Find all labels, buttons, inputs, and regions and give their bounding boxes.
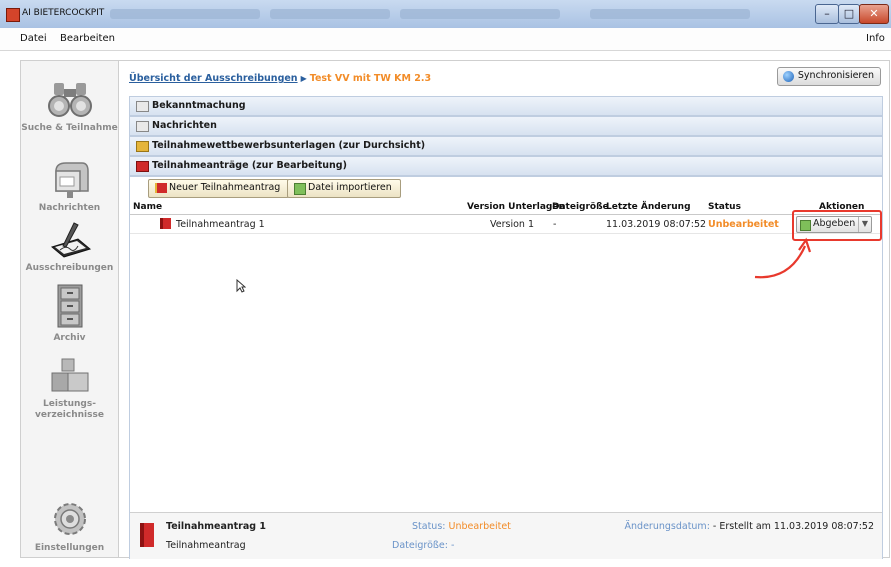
row-status: Unbearbeitet [708,219,779,230]
mailbox-icon [48,159,92,199]
section-teilnahmewettbewerbsunterlagen[interactable]: Teilnahmewettbewerbsunterlagen (zur Durc… [129,136,883,156]
sidebar-item-archiv[interactable]: Archiv [21,283,118,344]
breadcrumb-current: Test VV mit TW KM 2.3 [309,73,432,84]
footer-title: Teilnahmeantrag 1 [166,521,266,532]
page-icon [136,121,149,132]
close-button[interactable]: ✕ [859,4,889,24]
footer-date-value: - Erstellt am 11.03.2019 08:07:52 [712,521,874,532]
footer-size-value: - [450,540,455,551]
menu-datei[interactable]: Datei [20,33,47,44]
new-application-button[interactable]: Neuer Teilnahmeantrag [148,179,290,198]
menu-bearbeiten[interactable]: Bearbeiten [60,33,115,44]
synchronize-button[interactable]: Synchronisieren [776,67,881,86]
sidebar-item-label: Ausschreibungen [25,263,114,273]
book-icon [136,141,149,152]
section-label: Teilnahmeanträge (zur Bearbeitung) [152,160,347,171]
gear-icon [48,499,92,539]
footer-size-label: Dateigröße: [392,540,448,551]
filing-cabinet-icon [48,283,92,329]
table-header: Name Version Unterlagen Dateigröße Letzt… [130,201,882,215]
column-header-status[interactable]: Status [708,202,741,212]
row-size: - [553,219,557,230]
new-document-icon [155,183,167,193]
new-application-label: Neuer Teilnahmeantrag [169,182,281,193]
globe-icon [782,71,794,82]
blurred-title-area [110,9,260,19]
page-icon [136,101,149,112]
signature-pad-icon [48,219,92,259]
section-label: Teilnahmewettbewerbsunterlagen (zur Durc… [152,140,426,151]
sidebar-item-label: Einstellungen [34,543,105,553]
window-title-bar: AI BIETERCOCKPIT – □ ✕ [0,0,891,29]
section-label: Nachrichten [152,120,217,131]
row-version: Version 1 [490,219,534,230]
sidebar-item-label: Suche & Teilnahme [21,123,118,133]
breadcrumb-arrow-icon: ▶ [300,74,307,83]
sidebar-item-label: Leistungs-verzeichnisse [35,399,104,420]
blurred-title-area [400,9,560,19]
sidebar-item-nachrichten[interactable]: Nachrichten [21,159,118,214]
sidebar: Suche & Teilnahme Nachrichten Ausschreib… [20,60,119,558]
main-panel: Übersicht der Ausschreibungen ▶ Test VV mi… [118,60,890,559]
column-header-name[interactable]: Name [133,202,162,212]
column-header-size[interactable]: Dateigröße [552,202,609,212]
cubes-icon [48,355,92,395]
footer-type: Teilnahmeantrag [166,540,246,551]
footer-status-value: Unbearbeitet [448,521,511,532]
window-title: AI BIETERCOCKPIT [22,8,105,18]
detail-footer: Teilnahmeantrag 1 Teilnahmeantrag Status… [130,512,882,559]
column-header-version[interactable]: Version Unterlagen [467,202,565,212]
import-icon [294,183,306,195]
sidebar-item-einstellungen[interactable]: Einstellungen [21,499,118,554]
import-file-button[interactable]: Datei importieren [287,179,401,198]
row-changed: 11.03.2019 08:07:52 [606,219,707,230]
sidebar-item-label: Archiv [53,333,86,343]
section-teilnahmeantraege[interactable]: Teilnahmeanträge (zur Bearbeitung) [129,156,883,176]
document-icon [140,523,154,547]
menu-bar: Datei Bearbeiten Info [0,28,891,51]
sidebar-item-label: Nachrichten [38,203,101,213]
breadcrumb: Übersicht der Ausschreibungen ▶ Test VV mi… [129,73,431,84]
red-book-icon [136,161,149,172]
row-name: Teilnahmeantrag 1 [176,219,265,230]
section-bekanntmachung[interactable]: Bekanntmachung [129,96,883,116]
import-file-label: Datei importieren [308,182,392,193]
footer-date-label: Änderungsdatum: [624,521,710,532]
maximize-button[interactable]: □ [838,4,860,24]
binoculars-icon [47,79,92,119]
column-header-changed[interactable]: Letzte Änderung [606,202,691,212]
app-icon [6,8,20,22]
breadcrumb-link[interactable]: Übersicht der Ausschreibungen [129,73,298,84]
sidebar-item-ausschreibungen[interactable]: Ausschreibungen [21,219,118,274]
section-label: Bekanntmachung [152,100,246,111]
synchronize-label: Synchronisieren [797,70,874,81]
section-nachrichten[interactable]: Nachrichten [129,116,883,136]
menu-info[interactable]: Info [866,33,885,44]
footer-status-label: Status: [412,521,446,532]
document-icon [160,218,171,229]
sidebar-item-suche[interactable]: Suche & Teilnahme [21,79,118,134]
sidebar-item-leistungsverzeichnisse[interactable]: Leistungs-verzeichnisse [21,355,118,421]
mouse-cursor-icon [236,278,247,296]
blurred-title-area [590,9,750,19]
blurred-title-area [270,9,390,19]
annotation-arrow [754,237,812,279]
minimize-button[interactable]: – [815,4,839,24]
